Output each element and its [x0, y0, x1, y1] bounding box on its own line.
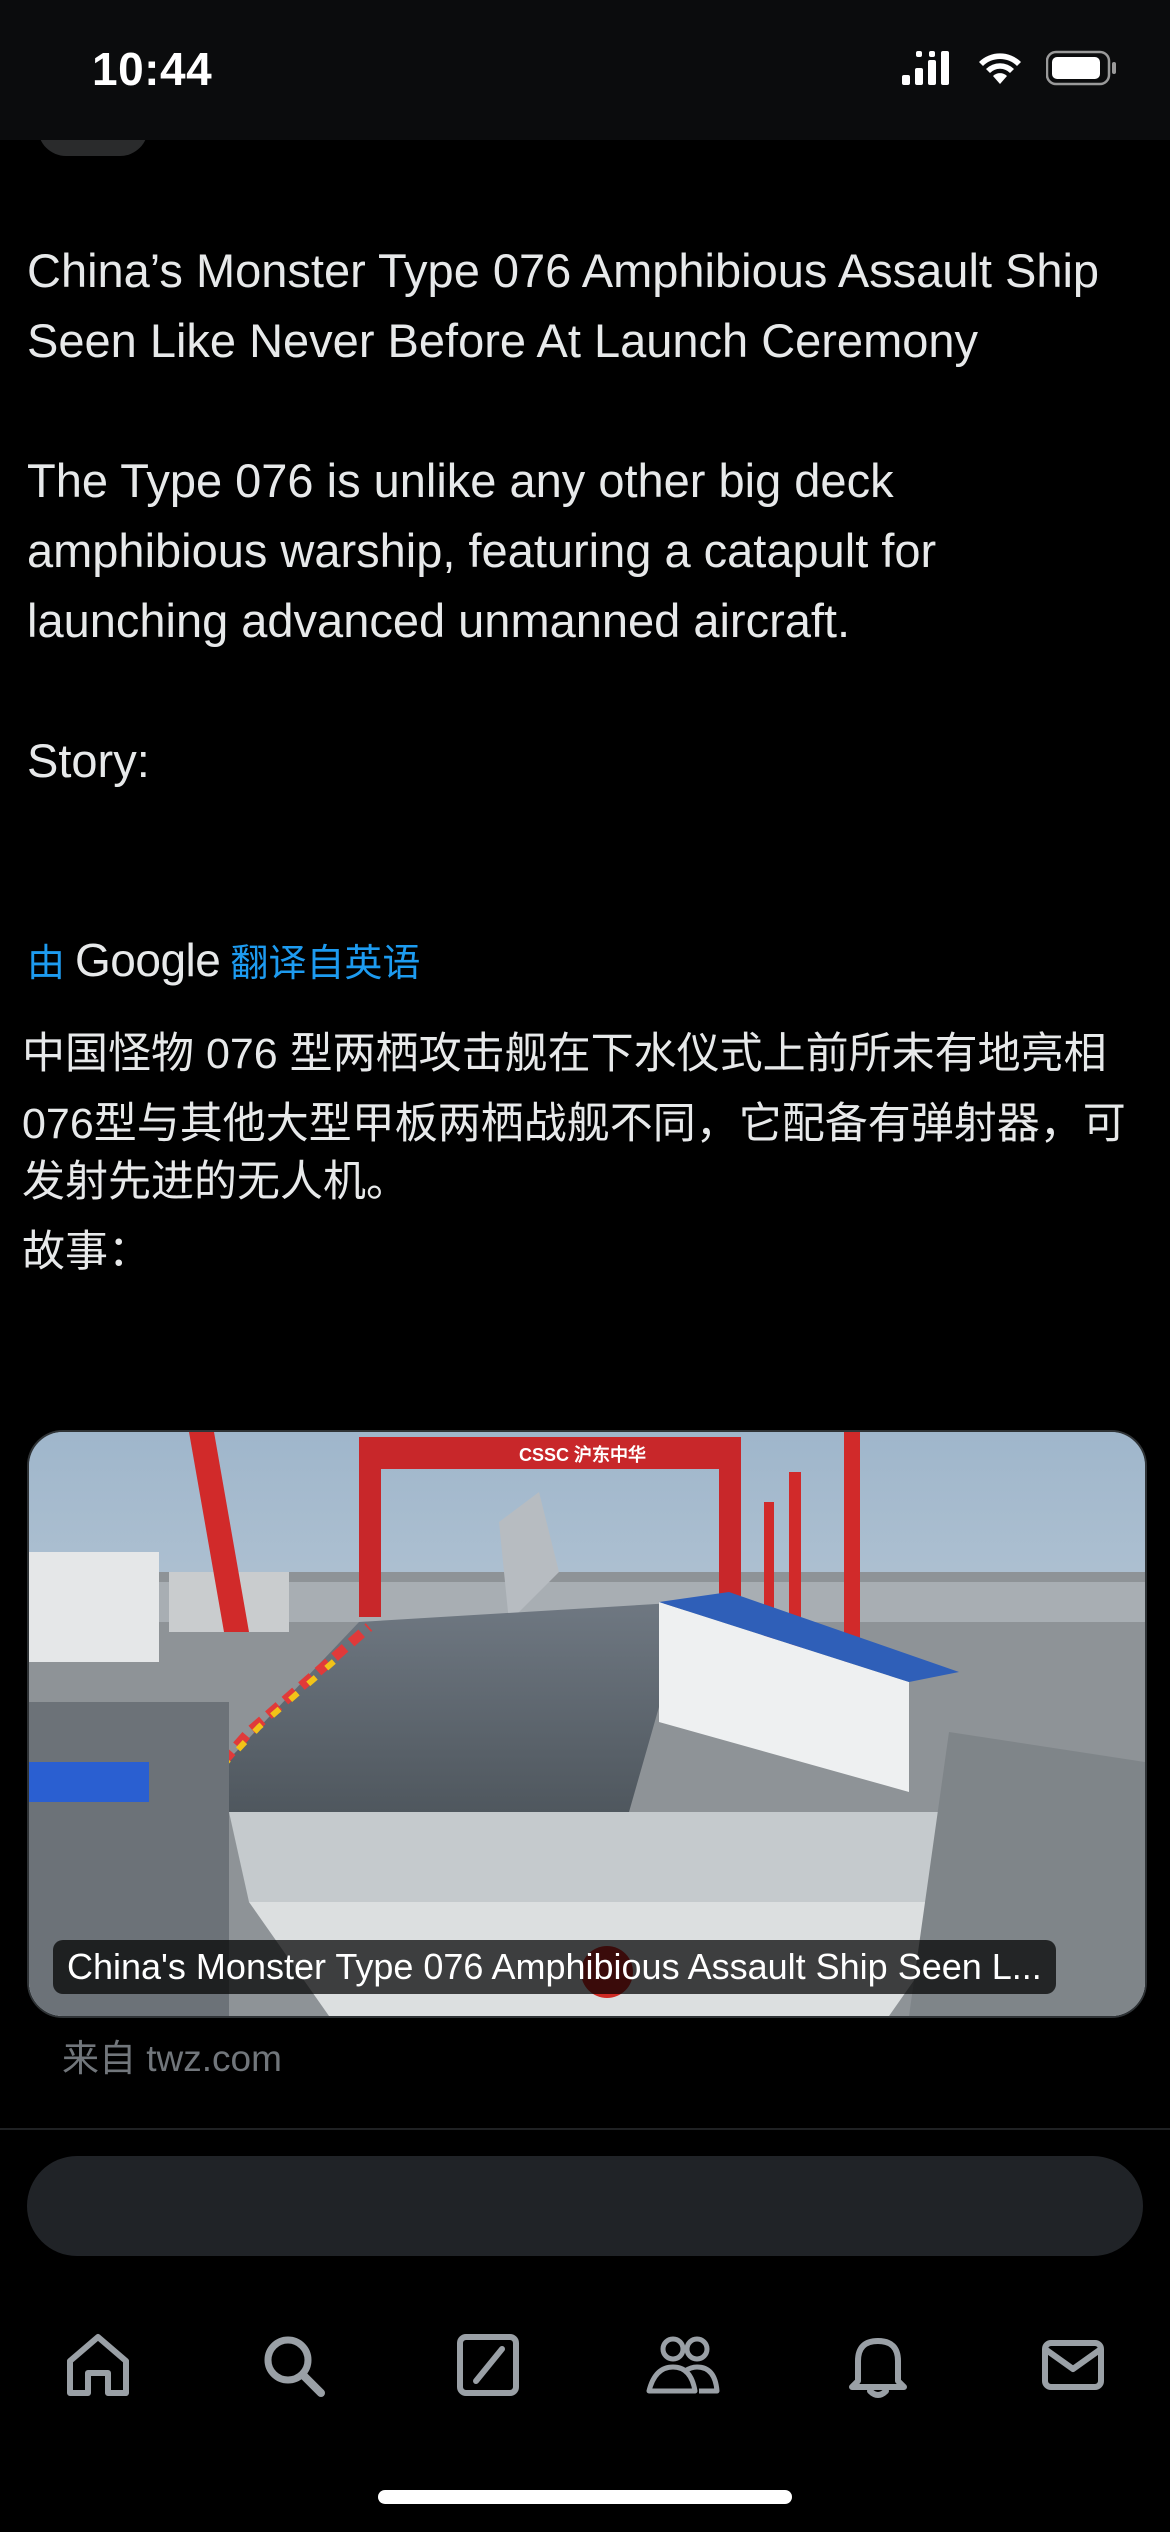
link-card-source[interactable]: 来自 twz.com — [62, 2028, 282, 2082]
post-headline: China’s Monster Type 076 Amphibious Assa… — [27, 244, 1100, 367]
translation-prefix: 由 — [27, 943, 66, 985]
compose-icon — [456, 2334, 519, 2396]
communities-icon — [646, 2336, 719, 2394]
translated-text: 中国怪物 076 型两栖攻击舰在下水仪式上前所未有地亮相 076型与其他大型甲板… — [22, 1025, 1142, 1293]
status-time: 10:44 — [92, 43, 213, 95]
home-indicator[interactable] — [378, 2490, 792, 2504]
reply-input[interactable] — [27, 2156, 1143, 2256]
link-card[interactable]: CSSC 沪东中华 China's Monster Type 076 Amphi… — [27, 1430, 1147, 2018]
translated-story-label: 故事： — [22, 1228, 151, 1276]
nav-communities[interactable] — [633, 2315, 733, 2415]
messages-icon — [1041, 2340, 1104, 2390]
notifications-icon — [848, 2338, 907, 2398]
nav-home[interactable] — [48, 2315, 148, 2415]
post-story-label: Story: — [27, 734, 150, 787]
nav-compose[interactable] — [438, 2315, 538, 2415]
divider — [0, 2128, 1170, 2130]
home-icon — [66, 2334, 129, 2396]
google-logo-text: Google — [75, 933, 221, 986]
nav-notifications[interactable] — [828, 2315, 928, 2415]
post-body: The Type 076 is unlike any other big dec… — [27, 454, 937, 647]
translated-body: 076型与其他大型甲板两栖战舰不同，它配备有弹射器，可发射先进的无人机。 — [22, 1100, 1126, 1206]
translation-suffix: 翻译自英语 — [230, 943, 421, 985]
translated-headline: 中国怪物 076 型两栖攻击舰在下水仪式上前所未有地亮相 — [22, 1030, 1107, 1078]
link-card-caption: China's Monster Type 076 Amphibious Assa… — [53, 1940, 1056, 1994]
cellular-signal-icon — [902, 51, 954, 90]
translation-attribution[interactable]: 由 Google 翻译自英语 — [27, 932, 420, 987]
wifi-icon — [976, 50, 1024, 91]
post-text: China’s Monster Type 076 Amphibious Assa… — [27, 236, 1137, 796]
battery-icon — [1045, 50, 1118, 91]
ship-launch-image: CSSC 沪东中华 — [29, 1432, 1145, 2016]
nav-search[interactable] — [243, 2315, 343, 2415]
status-bar: 10:44 — [0, 0, 1170, 140]
status-icons — [902, 50, 1118, 91]
bottom-nav — [0, 2300, 1170, 2430]
search-icon — [264, 2336, 325, 2397]
crane-sign-text: CSSC 沪东中华 — [519, 1444, 646, 1465]
nav-messages[interactable] — [1023, 2315, 1123, 2415]
